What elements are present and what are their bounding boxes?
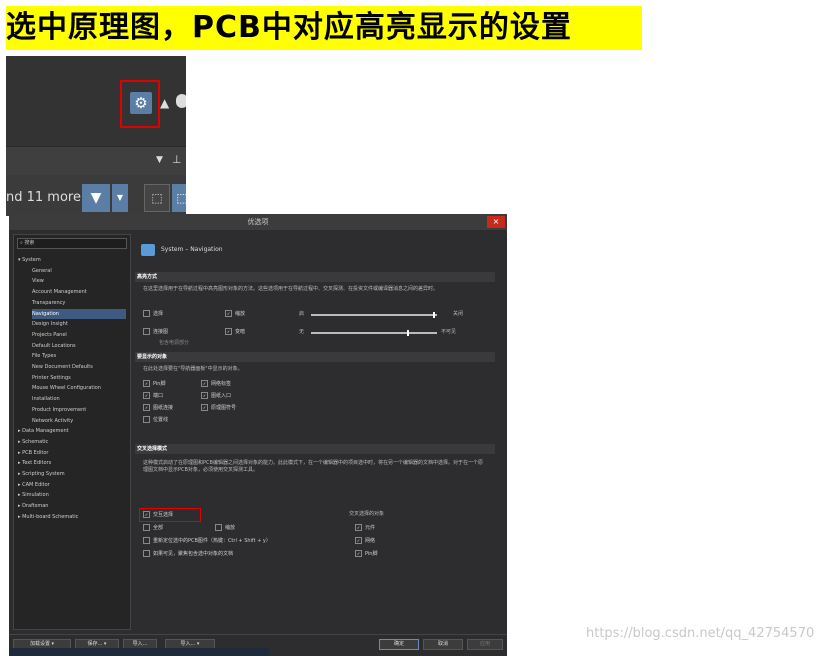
tree-item[interactable]: ▸ Multi-board Schematic xyxy=(18,512,126,522)
tree-item-label: Data Management xyxy=(22,428,69,435)
object-net-label[interactable]: ✓ 网络标签 xyxy=(201,380,231,388)
section-highlight: 高亮方式 xyxy=(135,272,495,282)
zoom-slider[interactable] xyxy=(311,314,437,316)
option-connection[interactable]: 连接图 xyxy=(143,328,168,336)
chevron-down-icon[interactable]: ▼ xyxy=(156,155,163,165)
cross-targets-header: 交叉选择的对象 xyxy=(349,511,385,517)
preferences-dialog: 优选项 × ⌕ 搜索 ▾ System General View Account Ma… xyxy=(9,214,507,656)
highlight-box xyxy=(120,80,160,128)
label-invisible: 不可见 xyxy=(441,329,457,335)
close-button[interactable]: × xyxy=(487,216,505,228)
tree-item[interactable]: Network Activity xyxy=(32,416,126,426)
tree-item-label: Text Editors xyxy=(22,460,52,467)
cross-description: 这种模式启动了在原理图和PCB编辑器之间选择对象的能力。此此模式下，在一个编辑器… xyxy=(143,460,483,473)
label-open: 启 xyxy=(299,311,305,317)
tree-item[interactable]: General xyxy=(32,266,126,276)
apply-button[interactable]: 应用 xyxy=(467,639,503,650)
option-cross-zoom[interactable]: 缩放 xyxy=(215,524,235,532)
tree-item[interactable]: Navigation xyxy=(32,308,126,319)
tree-item-label: PCB Editor xyxy=(22,449,49,456)
settings-page-title: System – Navigation xyxy=(161,246,223,253)
dim-slider-handle[interactable] xyxy=(407,330,409,336)
tree-item[interactable]: ▸ PCB Editor xyxy=(18,448,126,458)
label-close: 关闭 xyxy=(453,311,464,317)
select-mode-icon[interactable]: ⬚ xyxy=(172,184,186,212)
tree-item[interactable]: Printer Settings xyxy=(32,373,126,383)
tree-item[interactable]: ▸ Text Editors xyxy=(18,458,126,468)
tree-item[interactable]: View xyxy=(32,276,126,286)
pin-icon[interactable]: ⊥ xyxy=(172,153,182,166)
tree-item[interactable]: Product Improvement xyxy=(32,405,126,415)
taskbar xyxy=(9,648,269,656)
objects-description: 在此处选择要在"导航器面板"中显示的对象。 xyxy=(143,366,243,372)
option-all[interactable]: 全部 xyxy=(143,524,163,532)
dialog-title: 优选项 xyxy=(9,214,507,230)
tree-item[interactable]: ▸ Simulation xyxy=(18,490,126,500)
object-sheet-connector[interactable]: ✓ 图纸连接 xyxy=(143,404,173,412)
tree-item[interactable]: ▸ CAM Editor xyxy=(18,480,126,490)
tree-item-label: Schematic xyxy=(22,438,49,445)
cancel-button[interactable]: 取消 xyxy=(423,639,463,650)
toolbar-screenshot: ⚙ ▲ ▼ ⊥ nd 11 more) ▼ ▼ ⬚ ⬚ xyxy=(6,56,186,216)
section-objects: 要显示的对象 xyxy=(135,352,495,362)
option-dim[interactable]: ✓ 变暗 xyxy=(225,328,245,336)
object-sheet-symbol[interactable]: ✓ 原理图符号 xyxy=(201,404,236,412)
label-none: 无 xyxy=(299,329,305,335)
ok-button[interactable]: 确定 xyxy=(379,639,419,650)
tree-item[interactable]: Design Insight xyxy=(32,319,126,329)
target-component[interactable]: ✓ 元件 xyxy=(355,524,375,532)
watermark-text: https://blog.csdn.net/qq_42754570 xyxy=(586,626,815,641)
object-sheet-entry[interactable]: ✓ 图纸入口 xyxy=(201,392,231,400)
target-net[interactable]: ✓ 网络 xyxy=(355,537,375,545)
dim-slider[interactable] xyxy=(311,332,437,334)
bell-icon[interactable]: ▲ xyxy=(160,96,169,110)
tree-item-label: Scripting System xyxy=(22,471,65,477)
user-icon[interactable] xyxy=(176,94,186,108)
option-reposition[interactable]: 重新定位选中的PCB图件（热键：Ctrl + Shift + y） xyxy=(143,537,271,545)
tree-item-label: Draftsman xyxy=(22,503,49,510)
tree-item[interactable]: ▸ Data Management xyxy=(18,426,126,436)
tree-item[interactable]: Account Management xyxy=(32,287,126,297)
option-include-power[interactable]: 包含电源部分 xyxy=(159,340,189,347)
highlight-description: 在这里选择用于在导航过程中高亮图形对象的方法。这些选项用于在导航过程中、交叉探测… xyxy=(143,286,439,292)
tree-item[interactable]: Mouse Wheel Configuration xyxy=(32,383,126,393)
tree-item[interactable]: Transparency xyxy=(32,298,126,308)
search-placeholder: 搜索 xyxy=(24,240,35,246)
tree-item[interactable]: New Document Defaults xyxy=(32,362,126,372)
filter-icon[interactable]: ▼ xyxy=(82,184,110,212)
tree-item[interactable]: ▾ System xyxy=(18,255,126,265)
tree-item[interactable]: Default Locations xyxy=(32,341,126,351)
tree-item-label: Simulation xyxy=(22,492,49,499)
object-pin[interactable]: ✓ Pin脚 xyxy=(143,380,165,388)
option-cross-select[interactable]: ✓ 交互选择 xyxy=(143,511,173,519)
tree-item-label: Multi-board Schematic xyxy=(22,513,79,520)
tree-item[interactable]: ▸ Draftsman xyxy=(18,501,126,511)
search-input[interactable]: ⌕ 搜索 xyxy=(17,238,127,249)
tree-item[interactable]: File Types xyxy=(32,351,126,361)
filter-summary: nd 11 more) xyxy=(6,190,87,205)
target-pin[interactable]: ✓ Pin脚 xyxy=(355,550,377,558)
section-cross-select: 交叉选择模式 xyxy=(135,444,495,454)
settings-panel: System – Navigation 高亮方式 在这里选择用于在导航过程中高亮… xyxy=(135,234,503,630)
system-icon xyxy=(141,244,155,256)
select-icon[interactable]: ⬚ xyxy=(144,184,170,212)
preferences-tree: ⌕ 搜索 ▾ System General View Account Manageme… xyxy=(13,234,131,630)
option-focus-document[interactable]: 如果可见，聚焦包含选中对象的文档 xyxy=(143,550,233,558)
object-port[interactable]: ✓ 端口 xyxy=(143,392,163,400)
zoom-slider-handle[interactable] xyxy=(433,312,435,318)
tree-item[interactable]: ▸ Schematic xyxy=(18,437,126,447)
page-title-banner: 选中原理图，PCB中对应高亮显示的设置 xyxy=(6,6,642,50)
tree-item[interactable]: Projects Panel xyxy=(32,330,126,340)
tree-item-label: System xyxy=(22,257,41,263)
option-select[interactable]: 选择 xyxy=(143,310,163,318)
tree-item[interactable]: Installation xyxy=(32,394,126,404)
object-position-line[interactable]: 位置线 xyxy=(143,416,168,424)
option-zoom[interactable]: ✓ 缩放 xyxy=(225,310,245,318)
panel-strip: ▼ ⊥ xyxy=(6,146,186,175)
tree-item[interactable]: ▸ Scripting System xyxy=(18,469,126,479)
tree-item-label: CAM Editor xyxy=(22,481,50,488)
filter-dropdown-icon[interactable]: ▼ xyxy=(112,184,128,212)
